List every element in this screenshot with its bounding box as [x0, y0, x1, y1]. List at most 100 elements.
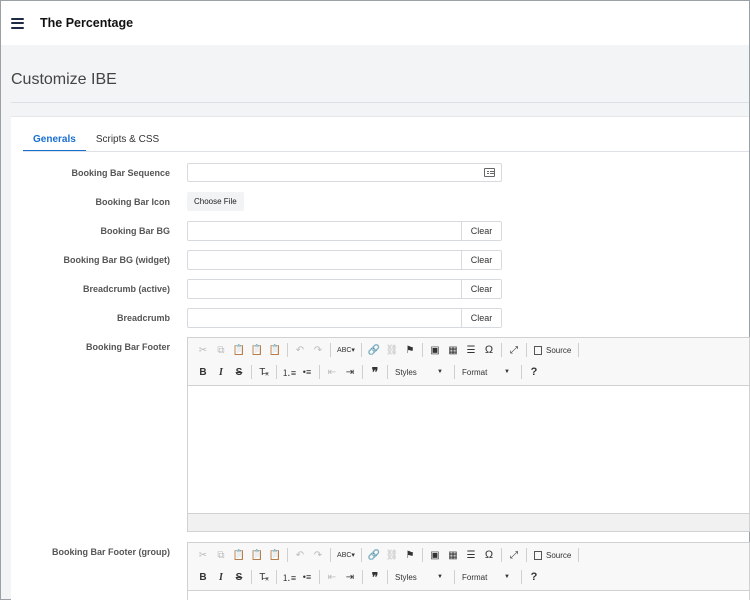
numbered-list-icon[interactable]: ⒈≡: [280, 568, 298, 586]
source-label: Source: [546, 345, 572, 355]
paste-word-icon[interactable]: 📋: [266, 546, 284, 564]
format-dropdown[interactable]: Format ▼: [458, 364, 514, 380]
toolbar-separator: [276, 365, 277, 379]
breadcrumb-active-label: Breadcrumb (active): [82, 284, 170, 294]
table-icon[interactable]: ▦: [444, 341, 462, 359]
styles-dropdown[interactable]: Styles ▼: [391, 569, 447, 585]
unlink-icon[interactable]: ⛓: [383, 341, 401, 359]
booking-bar-bg-input[interactable]: Clear: [187, 221, 502, 241]
undo-icon[interactable]: ↶: [291, 341, 309, 359]
editor-content-area[interactable]: [188, 386, 749, 513]
strikethrough-icon[interactable]: S: [230, 363, 248, 381]
remove-format-icon[interactable]: T̶ₓ: [255, 363, 273, 381]
hamburger-menu-icon[interactable]: [11, 17, 24, 29]
copy-icon[interactable]: ⧉: [212, 341, 230, 359]
scissors-icon[interactable]: ✂: [194, 341, 212, 359]
maximize-icon[interactable]: ⤢: [505, 341, 523, 359]
paste-icon[interactable]: 📋: [230, 546, 248, 564]
toolbar-separator: [526, 343, 527, 357]
paste-word-icon[interactable]: 📋: [266, 341, 284, 359]
tab-generals[interactable]: Generals: [23, 129, 86, 152]
booking-bar-bg-widget-input[interactable]: Clear: [187, 250, 502, 270]
toolbar-separator: [287, 548, 288, 562]
redo-icon[interactable]: ↷: [309, 341, 327, 359]
omega-icon[interactable]: Ω: [480, 546, 498, 564]
blockquote-icon[interactable]: ❞: [366, 363, 384, 381]
booking-bar-bg-widget-clear-button[interactable]: Clear: [461, 251, 501, 269]
source-button[interactable]: Source: [530, 550, 575, 560]
toolbar-separator: [319, 570, 320, 584]
booking-bar-sequence-input[interactable]: [187, 163, 502, 182]
bold-icon[interactable]: B: [194, 568, 212, 586]
booking-bar-bg-widget-label: Booking Bar BG (widget): [63, 255, 171, 265]
paste-icon[interactable]: 📋: [230, 341, 248, 359]
toolbar-separator: [330, 343, 331, 357]
blockquote-icon[interactable]: ❞: [366, 568, 384, 586]
toolbar-separator: [287, 343, 288, 357]
horizontal-rule-icon[interactable]: ☰: [462, 546, 480, 564]
source-label: Source: [546, 550, 572, 560]
maximize-icon[interactable]: ⤢: [505, 546, 523, 564]
outdent-icon[interactable]: ⇤: [323, 568, 341, 586]
format-label: Format: [462, 367, 488, 377]
bulleted-list-icon[interactable]: •≡: [298, 568, 316, 586]
scissors-icon[interactable]: ✂: [194, 546, 212, 564]
format-dropdown[interactable]: Format ▼: [458, 569, 514, 585]
toolbar-separator: [578, 343, 580, 357]
choose-file-button[interactable]: Choose File: [187, 192, 244, 211]
bold-icon[interactable]: B: [194, 363, 212, 381]
toolbar-separator: [362, 570, 363, 584]
italic-icon[interactable]: I: [212, 568, 230, 586]
booking-bar-icon-label: Booking Bar Icon: [95, 197, 170, 207]
toolbar-separator: [361, 343, 362, 357]
breadcrumb-active-clear-button[interactable]: Clear: [461, 280, 501, 298]
help-icon[interactable]: ?: [525, 363, 543, 381]
list-picker-icon[interactable]: [484, 168, 495, 177]
tab-scripts-css[interactable]: Scripts & CSS: [86, 129, 169, 152]
numbered-list-icon[interactable]: ⒈≡: [280, 363, 298, 381]
remove-format-icon[interactable]: T̶ₓ: [255, 568, 273, 586]
source-doc-icon: [534, 550, 542, 560]
toolbar-separator: [521, 365, 522, 379]
breadcrumb-input[interactable]: Clear: [187, 308, 502, 328]
spellcheck-icon[interactable]: ABC▾: [334, 341, 358, 359]
chevron-down-icon: ▼: [504, 574, 510, 580]
breadcrumb-active-input[interactable]: Clear: [187, 279, 502, 299]
strikethrough-icon[interactable]: S: [230, 568, 248, 586]
paste-text-icon[interactable]: 📋: [248, 546, 266, 564]
redo-icon[interactable]: ↷: [309, 546, 327, 564]
flag-icon[interactable]: ⚑: [401, 546, 419, 564]
unlink-icon[interactable]: ⛓: [383, 546, 401, 564]
toolbar-separator: [387, 365, 388, 379]
toolbar-separator: [454, 365, 455, 379]
paste-text-icon[interactable]: 📋: [248, 341, 266, 359]
undo-icon[interactable]: ↶: [291, 546, 309, 564]
editor-status-bar: [188, 513, 749, 531]
styles-dropdown[interactable]: Styles ▼: [391, 364, 447, 380]
flag-icon[interactable]: ⚑: [401, 341, 419, 359]
image-icon[interactable]: ▣: [426, 546, 444, 564]
chevron-down-icon: ▼: [437, 574, 443, 580]
source-button[interactable]: Source: [530, 345, 575, 355]
link-icon[interactable]: 🔗: [365, 341, 383, 359]
toolbar-separator: [251, 365, 252, 379]
omega-icon[interactable]: Ω: [480, 341, 498, 359]
indent-icon[interactable]: ⇥: [341, 568, 359, 586]
image-icon[interactable]: ▣: [426, 341, 444, 359]
horizontal-rule-icon[interactable]: ☰: [462, 341, 480, 359]
table-icon[interactable]: ▦: [444, 546, 462, 564]
link-icon[interactable]: 🔗: [365, 546, 383, 564]
italic-icon[interactable]: I: [212, 363, 230, 381]
bulleted-list-icon[interactable]: •≡: [298, 363, 316, 381]
copy-icon[interactable]: ⧉: [212, 546, 230, 564]
help-icon[interactable]: ?: [525, 568, 543, 586]
booking-bar-bg-clear-button[interactable]: Clear: [461, 222, 501, 240]
indent-icon[interactable]: ⇥: [341, 363, 359, 381]
breadcrumb-clear-button[interactable]: Clear: [461, 309, 501, 327]
spellcheck-icon[interactable]: ABC▾: [334, 546, 358, 564]
booking-bar-footer-editor: ✂ ⧉ 📋 📋 📋 ↶ ↷ ABC▾ 🔗 ⛓ ⚑ ▣ ▦ ☰ Ω ⤢ Sourc…: [187, 337, 750, 532]
outdent-icon[interactable]: ⇤: [323, 363, 341, 381]
tabs-divider: [23, 151, 749, 152]
toolbar-separator: [362, 365, 363, 379]
top-bar: The Percentage: [1, 1, 749, 45]
